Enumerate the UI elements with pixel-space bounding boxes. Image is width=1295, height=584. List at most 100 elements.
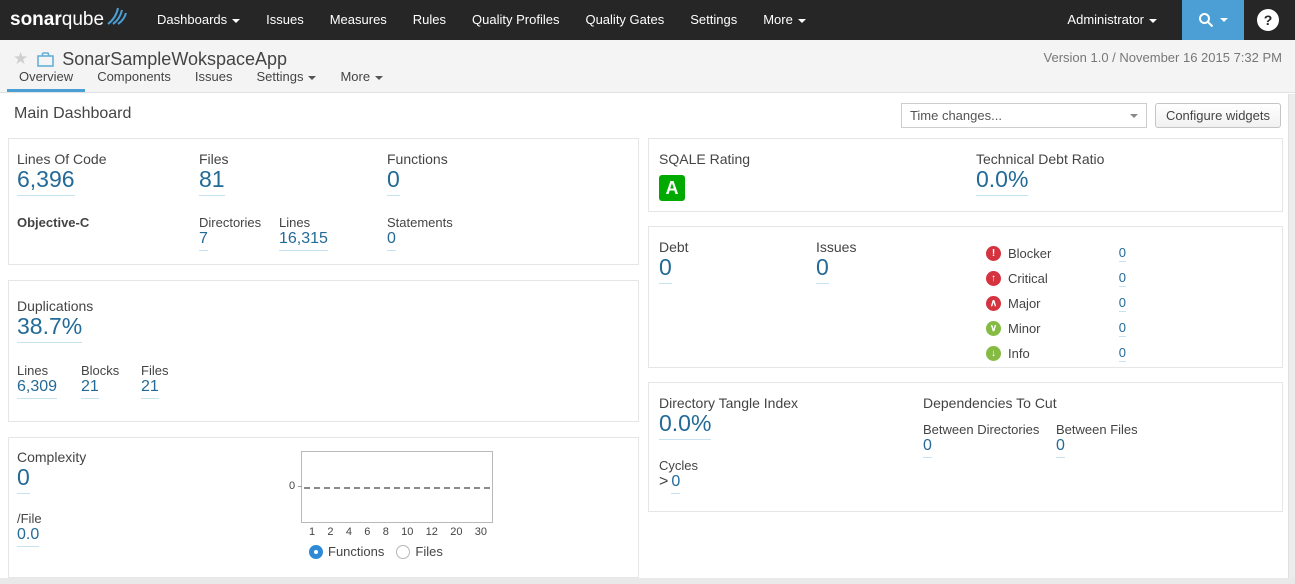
- dependencies-widget: Directory Tangle Index 0.0% Cycles >0 De…: [648, 382, 1283, 512]
- sqale-widget: SQALE Rating A Technical Debt Ratio 0.0%: [648, 138, 1283, 212]
- complexity-value[interactable]: 0: [17, 464, 30, 495]
- menu-item-more[interactable]: More: [750, 0, 819, 40]
- main-menu: Dashboards Issues Measures Rules Quality…: [144, 0, 819, 40]
- blocker-count[interactable]: 0: [1118, 245, 1126, 262]
- duplicated-files-value[interactable]: 21: [141, 378, 159, 399]
- statements-label: Statements: [387, 215, 453, 230]
- sonarqube-logo[interactable]: sonarqube: [10, 7, 130, 31]
- minor-icon: ∨: [986, 321, 1001, 336]
- severity-row-minor: ∨ Minor 0: [986, 316, 1126, 341]
- directories-value[interactable]: 7: [199, 230, 208, 251]
- chevron-down-icon: [375, 75, 384, 80]
- between-directories-value[interactable]: 0: [923, 437, 932, 458]
- lines-of-code-value[interactable]: 6,396: [17, 166, 75, 197]
- statements-value[interactable]: 0: [387, 230, 396, 251]
- page-title: Main Dashboard: [14, 105, 132, 122]
- menu-item-measures[interactable]: Measures: [317, 0, 400, 40]
- size-widget: Lines Of Code 6,396 Objective-C Files 81…: [8, 138, 639, 265]
- minor-count[interactable]: 0: [1118, 320, 1126, 337]
- chart-x-tick: 1: [309, 526, 316, 538]
- duplications-widget: Duplications 38.7% Lines 6,309 Blocks 21…: [8, 280, 639, 422]
- scrollbar-track[interactable]: [1288, 94, 1295, 584]
- user-menu-administrator[interactable]: Administrator: [1054, 0, 1170, 40]
- tab-settings[interactable]: Settings: [244, 62, 328, 92]
- duplications-percent-value[interactable]: 38.7%: [17, 313, 83, 344]
- logo-text-bold: sonar: [10, 9, 62, 30]
- tab-components[interactable]: Components: [85, 62, 183, 92]
- duplicated-blocks-label: Blocks: [81, 363, 120, 378]
- files-value[interactable]: 81: [199, 166, 225, 197]
- issues-value[interactable]: 0: [816, 254, 829, 285]
- complexity-distribution-chart: 0: [289, 451, 493, 523]
- major-count[interactable]: 0: [1118, 295, 1126, 312]
- complexity-per-file-value[interactable]: 0.0: [17, 526, 40, 547]
- complexity-label: Complexity: [17, 449, 87, 465]
- between-directories-label: Between Directories: [923, 422, 1040, 437]
- issues-widget: Debt 0 Issues 0 ! Blocker 0 ↑ Critical 0…: [648, 226, 1283, 368]
- chart-x-axis: 1 2 4 6 8 10 12 20 30: [309, 526, 487, 538]
- between-files-label: Between Files: [1056, 422, 1138, 437]
- duplications-label: Duplications: [17, 298, 94, 314]
- radio-functions[interactable]: Functions: [309, 544, 384, 559]
- search-icon: [1199, 13, 1214, 28]
- debt-value[interactable]: 0: [659, 254, 672, 285]
- tab-more[interactable]: More: [328, 62, 395, 92]
- duplicated-files-label: Files: [141, 363, 169, 378]
- project-header: ★ SonarSampleWokspaceApp Version 1.0 / N…: [0, 40, 1295, 93]
- severity-list: ! Blocker 0 ↑ Critical 0 ∧ Major 0 ∨ Min…: [986, 241, 1126, 366]
- chevron-down-icon: [232, 18, 241, 23]
- time-changes-select[interactable]: Time changes...: [900, 103, 1147, 128]
- duplicated-blocks-value[interactable]: 21: [81, 378, 99, 399]
- chart-zero-line: [304, 487, 490, 489]
- cycles-label: Cycles: [659, 458, 699, 473]
- files-label: Files: [199, 151, 229, 167]
- chart-x-tick: 8: [382, 526, 389, 538]
- top-navbar: sonarqube Dashboards Issues Measures Rul…: [0, 0, 1295, 40]
- chart-x-tick: 12: [425, 526, 438, 538]
- radio-selected-icon: [309, 544, 323, 559]
- info-count[interactable]: 0: [1118, 345, 1126, 362]
- chart-y-tick-label: 0: [289, 480, 296, 492]
- menu-item-rules[interactable]: Rules: [400, 0, 459, 40]
- sqale-rating-badge: A: [659, 175, 685, 201]
- chart-x-tick: 4: [345, 526, 352, 538]
- technical-debt-ratio-value[interactable]: 0.0%: [976, 166, 1029, 197]
- menu-item-settings[interactable]: Settings: [677, 0, 750, 40]
- dashboard-toolbar: Main Dashboard Time changes... Configure…: [0, 94, 1295, 136]
- project-tabs: Overview Components Issues Settings More: [7, 62, 395, 92]
- blocker-icon: !: [986, 246, 1001, 261]
- critical-count[interactable]: 0: [1118, 270, 1126, 287]
- directory-tangle-index-value[interactable]: 0.0%: [659, 410, 712, 441]
- duplicated-lines-value[interactable]: 6,309: [17, 378, 58, 399]
- lines-value[interactable]: 16,315: [279, 230, 328, 251]
- chevron-down-icon: [1220, 18, 1228, 22]
- configure-widgets-button[interactable]: Configure widgets: [1154, 103, 1281, 128]
- chevron-down-icon: [797, 18, 806, 23]
- menu-item-issues[interactable]: Issues: [253, 0, 317, 40]
- chevron-down-icon: [1129, 113, 1138, 118]
- lines-label: Lines: [279, 215, 311, 230]
- help-button[interactable]: ?: [1257, 9, 1279, 31]
- chevron-down-icon: [1149, 18, 1157, 23]
- functions-label: Functions: [387, 151, 448, 167]
- between-files-value[interactable]: 0: [1056, 437, 1065, 458]
- lines-of-code-label: Lines Of Code: [17, 151, 107, 167]
- search-button[interactable]: [1182, 0, 1244, 40]
- chart-x-tick: 20: [450, 526, 463, 538]
- chart-x-tick: 30: [474, 526, 487, 538]
- chevron-down-icon: [308, 75, 317, 80]
- radio-files[interactable]: Files: [396, 544, 443, 559]
- functions-value[interactable]: 0: [387, 166, 400, 197]
- tab-issues[interactable]: Issues: [183, 62, 245, 92]
- radio-unselected-icon: [396, 544, 411, 559]
- menu-item-quality-gates[interactable]: Quality Gates: [572, 0, 677, 40]
- dependencies-to-cut-label: Dependencies To Cut: [923, 395, 1057, 411]
- sqale-rating-label: SQALE Rating: [659, 151, 751, 167]
- critical-icon: ↑: [986, 271, 1001, 286]
- menu-item-quality-profiles[interactable]: Quality Profiles: [459, 0, 572, 40]
- menu-item-dashboards[interactable]: Dashboards: [144, 0, 253, 40]
- tab-overview[interactable]: Overview: [7, 62, 86, 92]
- question-mark-icon: ?: [1263, 12, 1273, 28]
- cycles-value[interactable]: 0: [671, 473, 681, 494]
- directories-label: Directories: [199, 215, 262, 230]
